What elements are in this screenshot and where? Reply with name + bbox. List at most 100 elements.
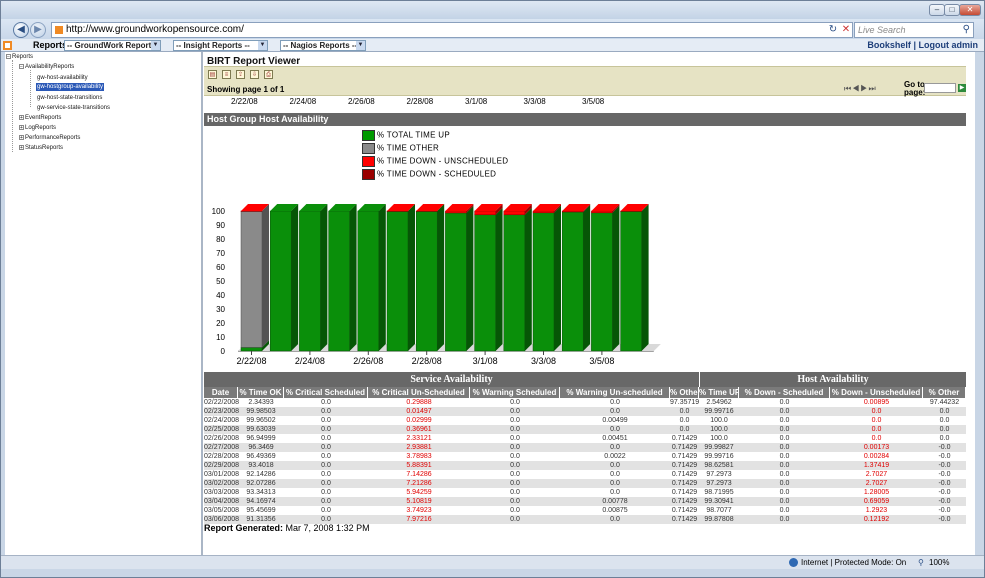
bar-segment xyxy=(386,210,409,352)
tab-reports[interactable]: Reports xyxy=(15,39,67,52)
parameters-icon[interactable]: ≡ xyxy=(222,70,231,79)
x-tick-label: 3/5/08 xyxy=(589,356,614,366)
table-cell: 99.30941 xyxy=(704,498,734,505)
back-icon[interactable]: ◀ xyxy=(13,22,29,38)
column-header[interactable]: % Critical Scheduled xyxy=(284,387,368,398)
table-cell: 0.29888 xyxy=(406,399,432,406)
table-cell: 0.0 xyxy=(779,408,790,415)
tree-item-selected[interactable]: gw-hostgroup-availability xyxy=(36,83,105,91)
table-cell: 0.02999 xyxy=(406,417,432,424)
table-cell: 100.0 xyxy=(710,417,728,424)
table-cell: -0.0 xyxy=(938,516,951,523)
table-cell: 0.0 xyxy=(871,435,882,442)
tree-item[interactable]: gw-host-availability xyxy=(37,74,88,82)
table-cell: 0.0 xyxy=(510,471,520,478)
table-cell: 0.71429 xyxy=(671,462,698,469)
page-status: Showing page 1 of 1 xyxy=(207,85,285,94)
title-bar: – □ ✕ xyxy=(1,1,984,19)
table-cell: 0.0 xyxy=(510,489,520,496)
table-cell: 0.01497 xyxy=(406,408,432,415)
insight-reports-select[interactable]: -- Insight Reports -- ▼ xyxy=(173,40,268,51)
table-cell: 0.0 xyxy=(510,516,520,523)
globe-icon xyxy=(789,558,798,567)
y-tick-label: 70 xyxy=(216,249,225,258)
column-header[interactable]: % Other xyxy=(670,387,699,398)
export-data-icon[interactable]: ⇪ xyxy=(236,70,245,79)
table-cell: 0.0 xyxy=(939,435,950,442)
logout-link[interactable]: Logout admin xyxy=(919,40,979,50)
maximize-button[interactable]: □ xyxy=(944,4,960,16)
table-cell: 0.0 xyxy=(321,489,331,496)
zoom-level[interactable]: 100% xyxy=(929,556,949,569)
groundwork-reports-select[interactable]: -- GroundWork Reports -- ▼ xyxy=(64,40,161,51)
table-row: 03/04/2008 94.16974 0.0 5.10819 0.0 0.00778 0.… xyxy=(204,497,966,506)
bar-segment xyxy=(532,210,555,214)
search-input[interactable]: Live Search ⚲ xyxy=(854,22,974,38)
tab-favicon-icon xyxy=(3,41,12,50)
table-row: 02/23/2008 99.98503 0.0 0.01497 0.0 0.0 0.0 99.… xyxy=(204,407,966,416)
tab-row: Reports -- GroundWork Reports -- ▼ -- Ins… xyxy=(1,39,984,52)
column-header[interactable]: % Other xyxy=(923,387,966,398)
pager-icons[interactable]: ⏮◀▶⏭ xyxy=(844,84,877,94)
tree-group-event[interactable]: + EventReports xyxy=(19,114,61,122)
goto-button[interactable]: ▶ xyxy=(958,84,966,92)
table-cell: 0.0 xyxy=(510,462,520,469)
table-cell: 0.71429 xyxy=(671,480,698,487)
table-cell: 95.45699 xyxy=(246,507,276,514)
search-icon[interactable]: ⚲ xyxy=(963,23,970,37)
link-separator: | xyxy=(913,40,916,50)
tree-group-status[interactable]: + StatusReports xyxy=(19,144,63,152)
table-cell: 0.0 xyxy=(321,462,331,469)
table-cell: 0.0 xyxy=(510,498,520,505)
chevron-down-icon: ▼ xyxy=(151,41,160,50)
toc-icon[interactable]: ▤ xyxy=(208,70,217,79)
column-header[interactable]: % Down - Scheduled xyxy=(739,387,830,398)
forward-icon[interactable]: ▶ xyxy=(30,22,46,38)
table-cell: 94.16974 xyxy=(246,498,276,505)
tree-item[interactable]: gw-service-state-transitions xyxy=(37,104,110,112)
column-header[interactable]: % Down - Unscheduled xyxy=(830,387,923,398)
export-report-icon[interactable]: ⇩ xyxy=(250,70,259,79)
stop-icon[interactable]: ✕ xyxy=(839,22,853,38)
table-cell: 0.0 xyxy=(871,417,882,424)
tree-item[interactable]: gw-host-state-transitions xyxy=(37,94,102,102)
address-bar[interactable]: http://www.groundworkopensource.com/ xyxy=(51,22,853,38)
address-row: ◀ ▶ http://www.groundworkopensource.com/… xyxy=(1,19,984,41)
table-cell: 3.78983 xyxy=(406,453,432,460)
print-icon[interactable]: ⎙ xyxy=(264,70,273,79)
table-cell: 98.62581 xyxy=(704,462,734,469)
column-header[interactable]: % Critical Un-Scheduled xyxy=(368,387,470,398)
table-cell: 3.74923 xyxy=(406,507,432,514)
table-cell: 99.99716 xyxy=(704,408,734,415)
table-cell: 92.07286 xyxy=(246,480,276,487)
tree-root[interactable]: − Reports xyxy=(6,53,33,61)
bar-segment xyxy=(503,214,526,352)
table-cell: 0.0 xyxy=(679,426,690,433)
column-header[interactable]: Date xyxy=(204,387,238,398)
table-cell: -0.0 xyxy=(938,462,951,469)
y-tick-label: 0 xyxy=(221,347,226,356)
group-header-row: Service Availability Host Availability xyxy=(204,372,966,387)
column-header[interactable]: % Time UP xyxy=(699,387,739,398)
close-button[interactable]: ✕ xyxy=(959,4,981,16)
nagios-reports-select[interactable]: -- Nagios Reports -- ▼ xyxy=(280,40,366,51)
table-row: 02/27/2008 96.3469 0.0 2.93881 0.0 0.0 0.71429… xyxy=(204,443,966,452)
tree-group-availability[interactable]: − AvailabilityReports xyxy=(19,63,74,71)
column-header[interactable]: % Time OK xyxy=(238,387,284,398)
table-cell: 02/23/2008 xyxy=(204,408,240,415)
table-cell: 98.7077 xyxy=(706,507,732,514)
table-cell: 0.0 xyxy=(321,480,331,487)
table-cell: 2.7027 xyxy=(865,471,888,478)
column-header[interactable]: % Warning Un-scheduled xyxy=(560,387,670,398)
expand-icon: + xyxy=(19,144,24,151)
column-header[interactable]: % Warning Scheduled xyxy=(470,387,560,398)
refresh-icon[interactable]: ↻ xyxy=(826,22,840,38)
minimize-button[interactable]: – xyxy=(929,4,945,16)
tree-group-log[interactable]: + LogReports xyxy=(19,124,56,132)
goto-page-input[interactable] xyxy=(924,83,956,93)
tree-group-performance[interactable]: + PerformanceReports xyxy=(19,134,80,142)
top-tick-label: 3/3/08 xyxy=(523,97,546,106)
table-cell: 0.00875 xyxy=(602,507,628,514)
expand-icon: + xyxy=(19,114,24,121)
bookshelf-link[interactable]: Bookshelf xyxy=(867,40,911,50)
